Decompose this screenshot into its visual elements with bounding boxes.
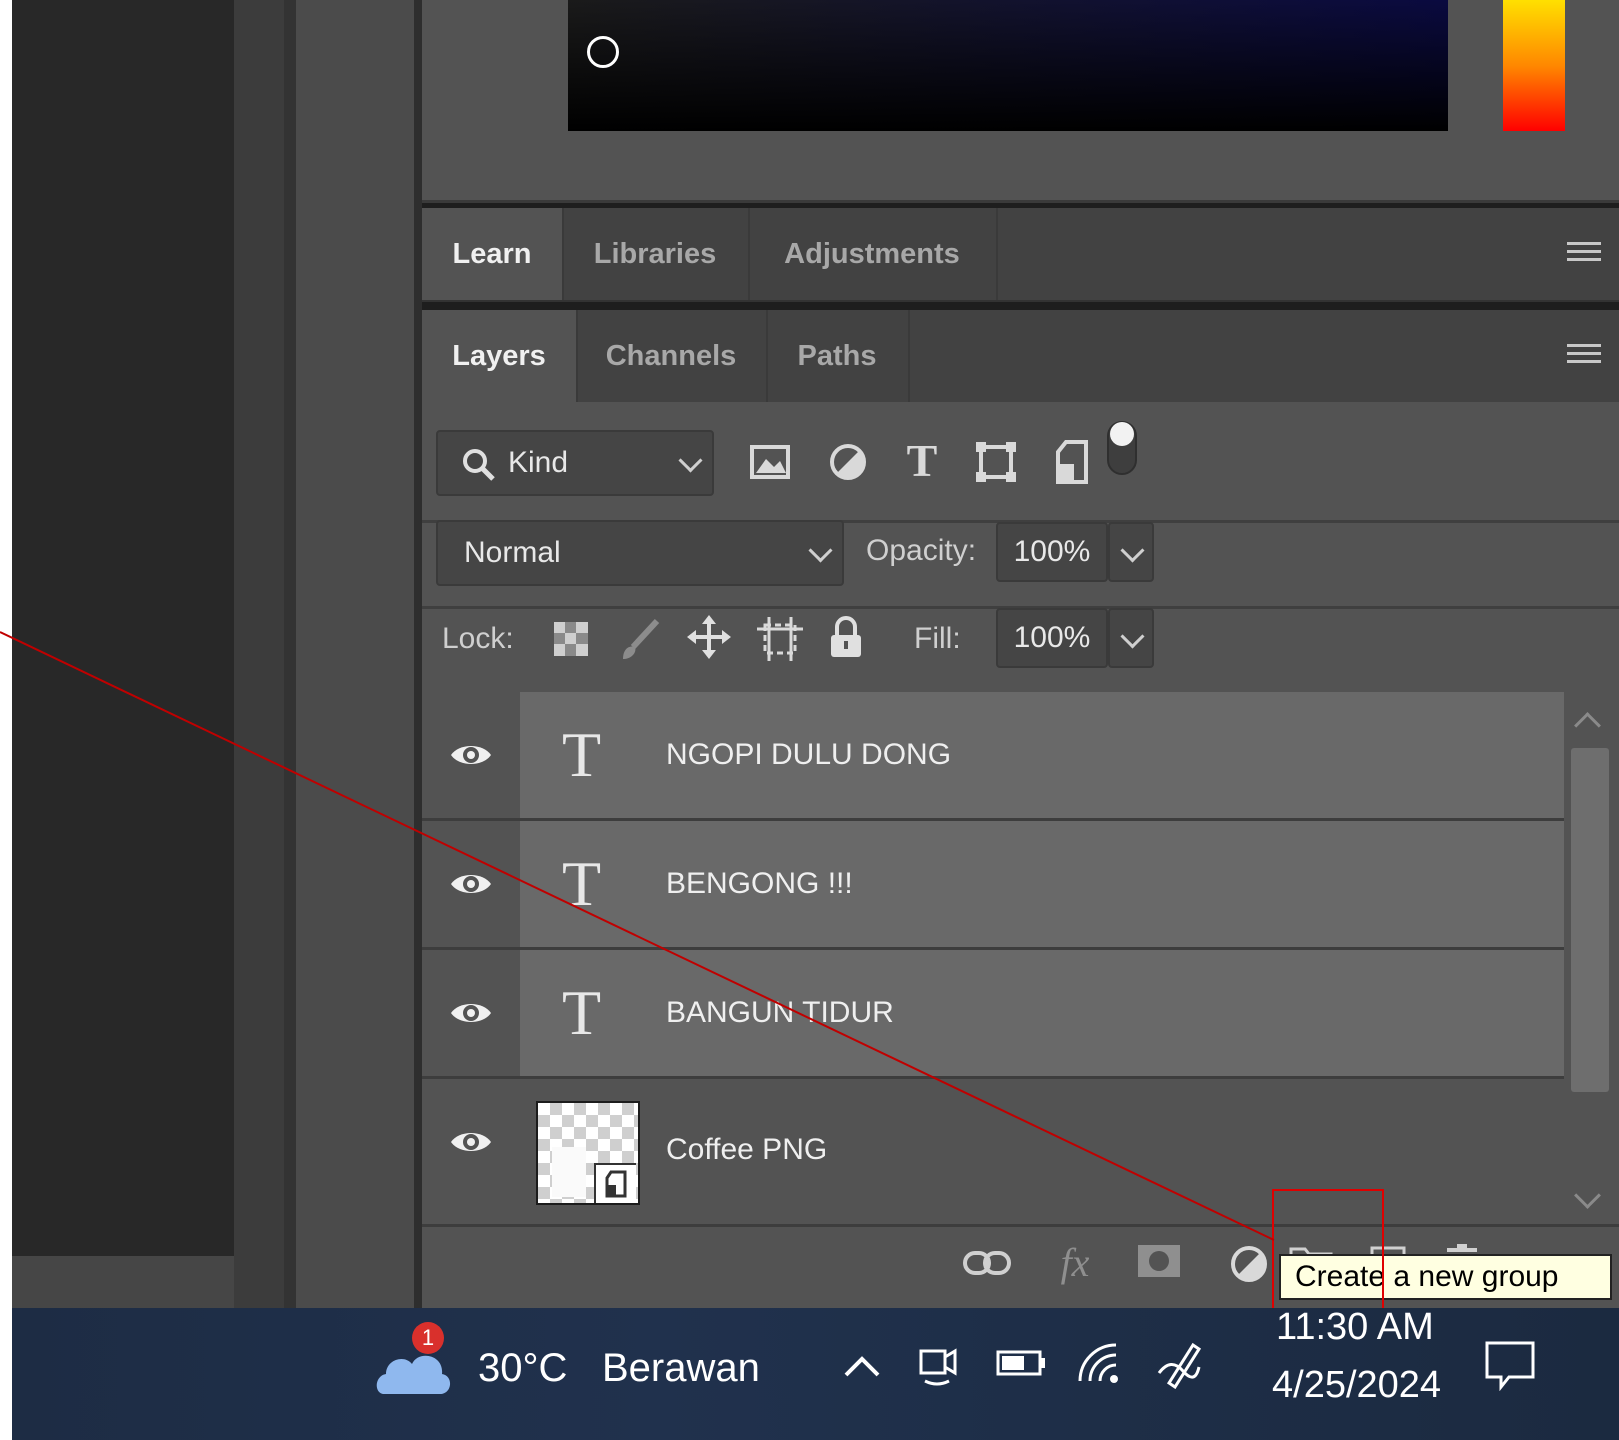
clock-time[interactable]: 11:30 AM — [1276, 1306, 1434, 1349]
meet-now-icon[interactable] — [916, 1338, 960, 1390]
temperature[interactable]: 30°C — [478, 1346, 567, 1391]
weather-condition[interactable]: Berawan — [602, 1346, 760, 1391]
battery-icon[interactable] — [996, 1346, 1048, 1380]
wifi-icon[interactable] — [1076, 1340, 1120, 1386]
weather-widget[interactable]: 1 — [374, 1322, 454, 1398]
notification-badge: 1 — [412, 1322, 444, 1354]
action-center-icon[interactable] — [1482, 1338, 1538, 1392]
clock-date[interactable]: 4/25/2024 — [1272, 1364, 1441, 1407]
annotation-line — [0, 631, 1275, 1241]
chevron-up-icon[interactable] — [842, 1344, 882, 1388]
pen-workspace-icon[interactable] — [1154, 1336, 1204, 1390]
windows-taskbar: 1 30°C Berawan 11:30 AM 4/25/2024 — [12, 1306, 1619, 1440]
